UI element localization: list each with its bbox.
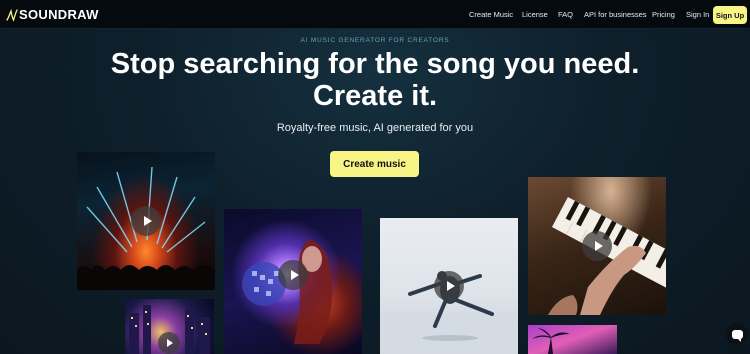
create-music-button[interactable]: Create music [330,151,419,177]
video-tile-city[interactable] [125,299,214,354]
hero-subline: Royalty-free music, AI generated for you [276,122,474,134]
chat-widget-button[interactable] [726,323,748,345]
nav-pricing[interactable]: Pricing [652,10,675,19]
headline-line-2: Create it. [312,80,438,112]
nav-faq[interactable]: FAQ [558,10,573,19]
chat-icon [731,329,743,342]
video-tile-dancer[interactable] [380,218,518,354]
palm-silhouette [532,328,570,354]
hero-headline: Stop searching for the song you need. Cr… [0,48,750,112]
play-icon[interactable] [278,260,308,290]
video-tile-palm[interactable] [528,325,617,354]
nav-api-for-businesses[interactable]: API for businesses [584,10,647,19]
play-icon[interactable] [131,206,161,236]
play-icon[interactable] [158,332,180,354]
nav-sign-in[interactable]: Sign In [686,10,709,19]
top-nav-bar: SOUNDRAW Create Music License FAQ API fo… [0,0,750,29]
logo-text: SOUNDRAW [19,7,99,22]
nav-create-music[interactable]: Create Music [469,10,513,19]
headline-line-1: Stop searching for the song you need. [110,48,640,80]
video-tile-concert[interactable] [77,152,215,290]
logo-mark-icon [6,8,18,22]
soundraw-logo[interactable]: SOUNDRAW [6,7,99,22]
hero-eyebrow: AI MUSIC GENERATOR FOR CREATORS [300,37,450,44]
play-icon[interactable] [434,271,464,301]
sign-up-button[interactable]: Sign Up [713,6,747,24]
play-icon[interactable] [582,231,612,261]
video-tile-piano[interactable] [528,177,666,315]
nav-license[interactable]: License [522,10,548,19]
video-tile-disco[interactable] [224,209,362,354]
page: SOUNDRAW Create Music License FAQ API fo… [0,0,750,354]
